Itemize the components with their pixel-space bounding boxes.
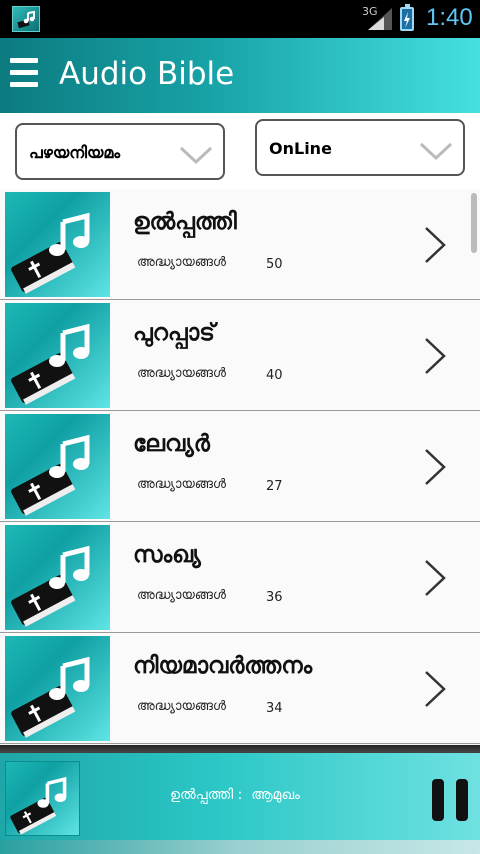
- list-item[interactable]: ഉൽപ്പത്തി അദ്ധ്യായങ്ങൾ 50: [0, 189, 480, 300]
- book-title: പുറപ്പാട്: [133, 320, 215, 346]
- signal-strength-icon: [368, 8, 392, 30]
- chapters-count: 50: [266, 257, 283, 272]
- list-item[interactable]: ലേവ്യർ അദ്ധ്യായങ്ങൾ 27: [0, 411, 480, 522]
- testament-dropdown[interactable]: പഴയനിയമം: [15, 123, 225, 180]
- chevron-down-icon: [179, 146, 213, 165]
- book-title: നിയമാവർത്തനം: [133, 653, 313, 679]
- chapters-count: 36: [266, 590, 283, 605]
- notification-app-icon: [12, 6, 40, 32]
- bible-audio-icon: [5, 303, 110, 408]
- clock: 1:40: [426, 4, 473, 31]
- list-item[interactable]: നിയമാവർത്തനം അദ്ധ്യായങ്ങൾ 34: [0, 633, 480, 744]
- hamburger-menu-icon[interactable]: [10, 58, 38, 92]
- battery-icon: [400, 4, 414, 31]
- chevron-right-icon: [425, 671, 446, 707]
- list-item[interactable]: സംഖ്യ അദ്ധ്യായങ്ങൾ 36: [0, 522, 480, 633]
- list-scrollbar[interactable]: [471, 193, 477, 253]
- bible-audio-icon: [5, 525, 110, 630]
- chevron-right-icon: [425, 449, 446, 485]
- chapters-label: അദ്ധ്യായങ്ങൾ: [137, 477, 226, 492]
- app-title: Audio Bible: [59, 56, 235, 92]
- pause-icon[interactable]: [432, 779, 470, 821]
- chapters-label: അദ്ധ്യായങ്ങൾ: [137, 366, 226, 381]
- book-list: ഉൽപ്പത്തി അദ്ധ്യായങ്ങൾ 50 പുറപ്പാട് അദ്ധ…: [0, 189, 480, 745]
- list-item[interactable]: പുറപ്പാട് അദ്ധ്യായങ്ങൾ 40: [0, 300, 480, 411]
- chevron-right-icon: [425, 227, 446, 263]
- player-panel: ഉൽപ്പത്തി : ആമുഖം: [0, 753, 480, 854]
- chapters-label: അദ്ധ്യായങ്ങൾ: [137, 699, 226, 714]
- chapters-count: 27: [266, 479, 283, 494]
- bible-audio-icon: [5, 414, 110, 519]
- testament-selected-value: പഴയനിയമം: [29, 143, 121, 162]
- mode-dropdown[interactable]: OnLine: [255, 119, 465, 176]
- book-title: ലേവ്യർ: [133, 431, 210, 457]
- bible-audio-icon: [5, 636, 110, 741]
- selector-bar: പഴയനിയമം OnLine: [0, 113, 480, 189]
- chevron-down-icon: [419, 142, 453, 161]
- bible-audio-icon[interactable]: [5, 761, 80, 836]
- bible-audio-icon: [5, 192, 110, 297]
- book-title: ഉൽപ്പത്തി: [133, 209, 237, 235]
- chapters-label: അദ്ധ്യായങ്ങൾ: [137, 255, 226, 270]
- now-playing-bar: ഉൽപ്പത്തി : ആമുഖം: [0, 745, 480, 854]
- chapters-label: അദ്ധ്യായങ്ങൾ: [137, 588, 226, 603]
- chapters-count: 40: [266, 368, 283, 383]
- player-background-strip: [0, 840, 480, 854]
- mode-selected-value: OnLine: [269, 139, 332, 158]
- status-bar: 3G 1:40: [0, 0, 480, 38]
- book-title: സംഖ്യ: [133, 542, 201, 568]
- chevron-right-icon: [425, 560, 446, 596]
- now-playing-title: ഉൽപ്പത്തി : ആമുഖം: [170, 787, 300, 803]
- chapters-count: 34: [266, 701, 283, 716]
- action-bar: Audio Bible: [0, 38, 480, 113]
- chevron-right-icon: [425, 338, 446, 374]
